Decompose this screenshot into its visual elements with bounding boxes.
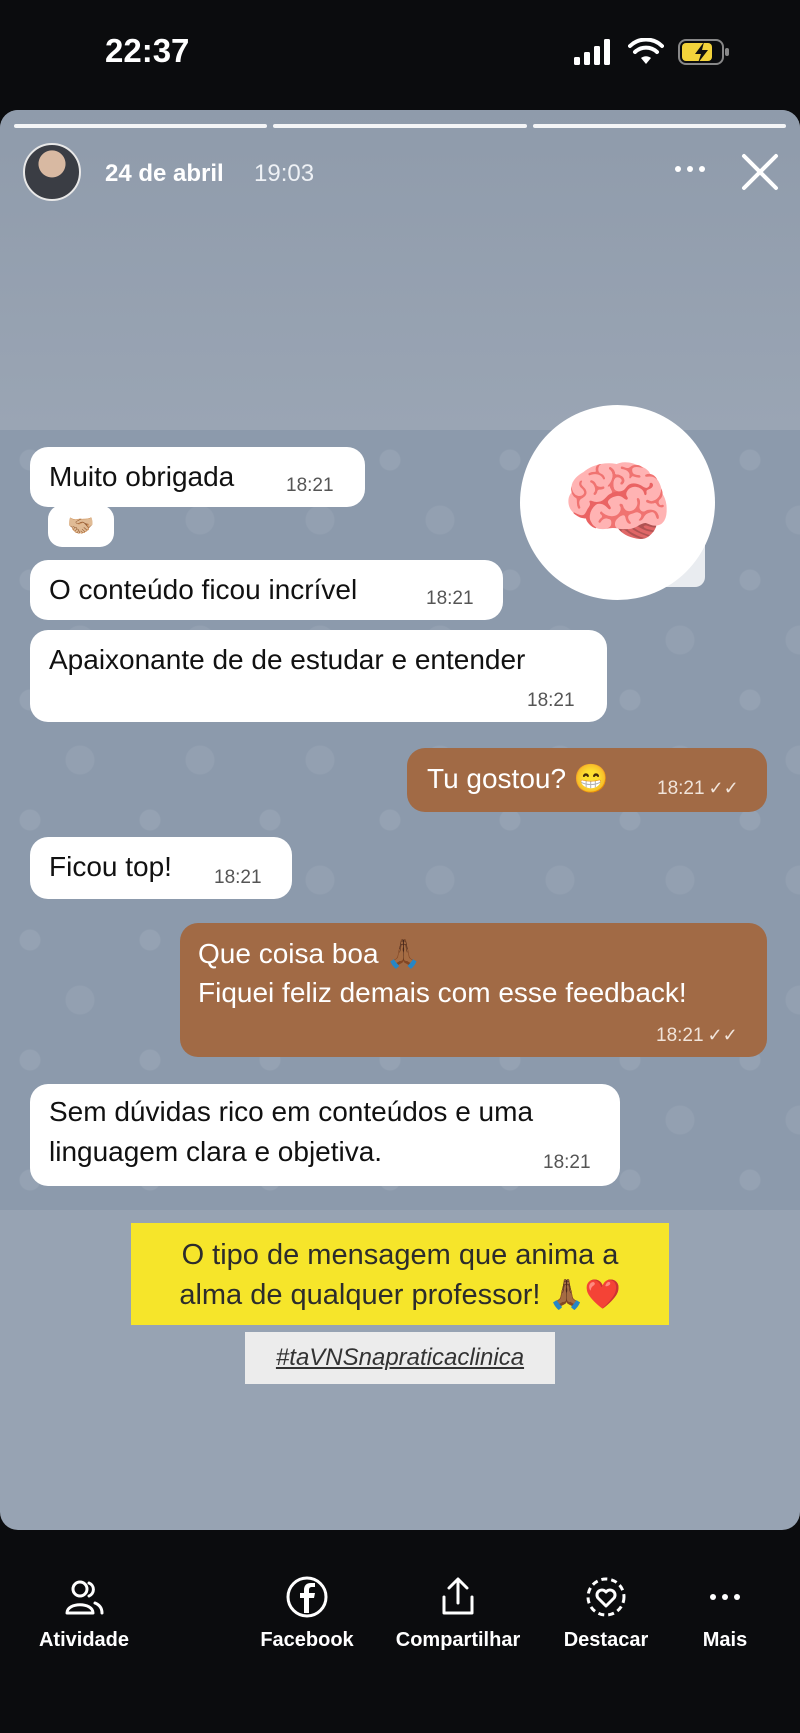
message-time: 18:21 [426, 588, 474, 609]
message-bubble-outgoing: Tu gostou? 😁 18:21 ✓✓ [407, 748, 767, 812]
brain-icon: 🧠 [561, 453, 674, 553]
brain-sticker: 🧠 [520, 405, 715, 600]
progress-segment [273, 124, 527, 128]
progress-segment [14, 124, 268, 128]
message-text: O conteúdo ficou incrível [49, 574, 358, 605]
more-options-icon[interactable] [672, 156, 708, 182]
share-icon [442, 1577, 474, 1615]
message-bubble-incoming: Muito obrigada 18:21 [30, 447, 365, 507]
status-icons [574, 38, 730, 66]
avatar[interactable] [23, 143, 81, 201]
message-bubble-incoming: Apaixonante de de estudar e entender 18:… [30, 630, 607, 722]
message-time: 18:21 [527, 690, 575, 711]
progress-segment [532, 124, 786, 128]
handshake-icon: 🤝🏼 [67, 513, 95, 538]
message-time: 18:21 [543, 1152, 591, 1173]
message-text-line: Que coisa boa 🙏🏾 [198, 938, 422, 969]
message-text: Tu gostou? 😁 [427, 763, 609, 794]
message-time: 18:21 [286, 475, 334, 496]
cellular-signal-icon [574, 39, 610, 65]
message-bubble-incoming: Sem dúvidas rico em conteúdos e uma ling… [30, 1084, 620, 1186]
story-date: 24 de abril [105, 160, 224, 187]
story-time: 19:03 [254, 160, 315, 187]
status-bar: 22:37 [0, 0, 800, 110]
hashtag-sticker[interactable]: #taVNSnapraticaclinica [245, 1332, 555, 1384]
story-progress-bar [14, 124, 786, 128]
caption-line: alma de qualquer professor! 🙏🏾❤️ [179, 1279, 621, 1311]
message-text: Apaixonante de de estudar e entender [49, 644, 526, 675]
message-time: 18:21 ✓✓ [656, 1025, 738, 1046]
more-label: Mais [702, 1629, 748, 1651]
more-button[interactable]: Mais [650, 1575, 800, 1652]
message-text-line: Sem dúvidas rico em conteúdos e uma [49, 1096, 534, 1127]
status-time: 22:37 [105, 32, 190, 69]
facebook-icon [286, 1576, 328, 1618]
double-check-icon: ✓✓ [708, 778, 739, 798]
message-time: 18:21 ✓✓ [657, 778, 739, 799]
story-bottom-bar: Atividade Facebook Compartilhar Destacar… [0, 1530, 800, 1733]
activity-button[interactable]: Atividade [9, 1575, 159, 1652]
more-icon [710, 1594, 740, 1600]
wifi-icon [628, 38, 664, 64]
facebook-button[interactable]: Facebook [232, 1575, 382, 1652]
double-check-icon: ✓✓ [707, 1025, 738, 1045]
message-bubble-incoming: Ficou top! 18:21 [30, 837, 292, 899]
caption-line: O tipo de mensagem que anima a [181, 1239, 619, 1271]
message-text-line: Fiquei feliz demais com esse feedback! [198, 977, 687, 1008]
share-label: Compartilhar [395, 1629, 521, 1651]
activity-label: Atividade [38, 1629, 130, 1651]
highlight-heart-icon [586, 1577, 626, 1617]
share-button[interactable]: Compartilhar [383, 1575, 533, 1652]
close-icon[interactable] [740, 152, 780, 192]
message-text-line: linguagem clara e objetiva. [49, 1136, 383, 1167]
message-bubble-incoming: O conteúdo ficou incrível 18:21 [30, 560, 503, 620]
reaction-badge: 🤝🏼 [48, 505, 114, 547]
activity-icon [65, 1580, 104, 1615]
message-text: Muito obrigada [49, 461, 235, 492]
story-caption: O tipo de mensagem que anima a alma de q… [131, 1223, 669, 1325]
message-bubble-outgoing: Que coisa boa 🙏🏾 Fiquei feliz demais com… [180, 923, 767, 1057]
battery-charging-icon [678, 39, 729, 65]
message-time: 18:21 [214, 867, 262, 888]
facebook-label: Facebook [260, 1629, 354, 1651]
message-text: Ficou top! [49, 851, 172, 882]
